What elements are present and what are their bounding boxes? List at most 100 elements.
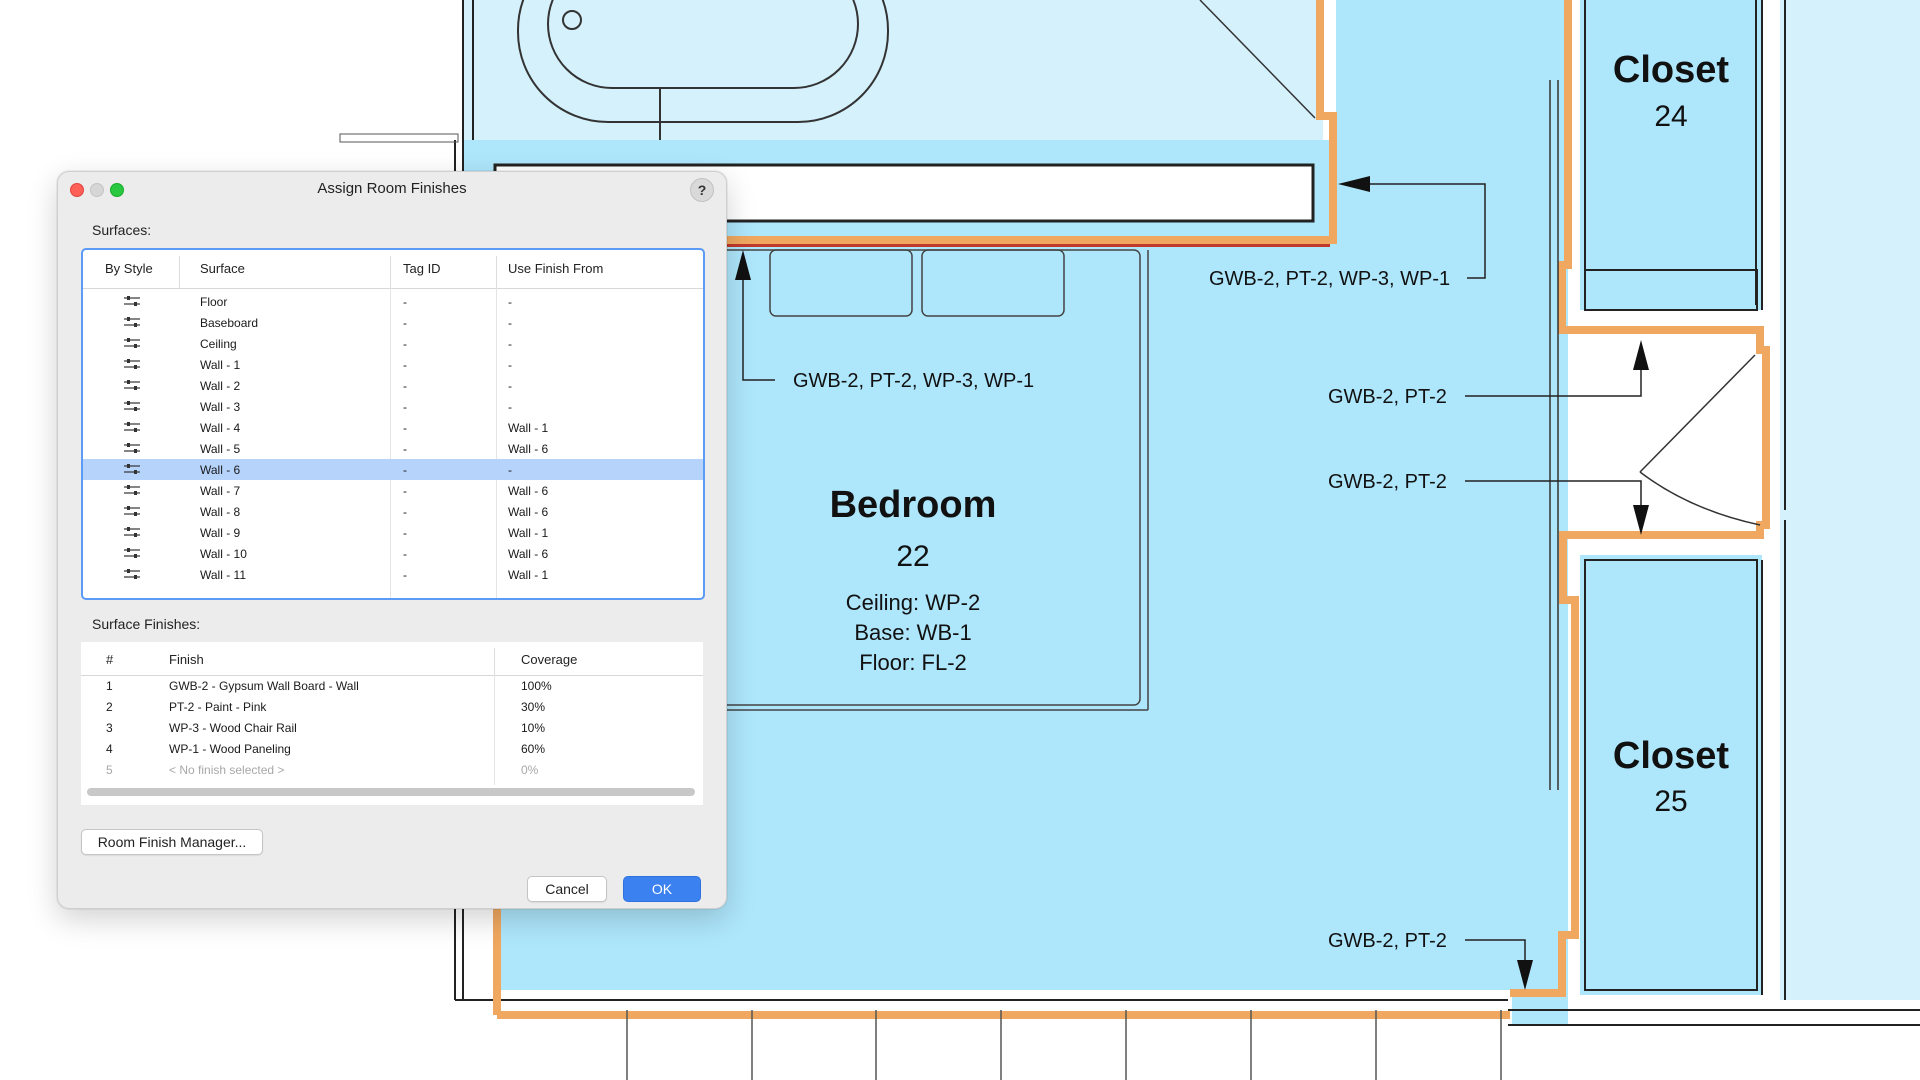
surface-row[interactable]: Wall - 10 - Wall - 6 — [83, 543, 703, 564]
surface-tag-id: - — [403, 568, 407, 582]
finish-row[interactable]: 5 < No finish selected > 0% — [81, 759, 703, 780]
surface-use-finish-from[interactable]: - — [508, 400, 512, 414]
sliders-icon[interactable] — [124, 548, 140, 559]
sliders-icon[interactable] — [124, 317, 140, 328]
sliders-icon[interactable] — [124, 443, 140, 454]
sliders-icon[interactable] — [124, 485, 140, 496]
surface-use-finish-from[interactable]: - — [508, 337, 512, 351]
surface-row[interactable]: Wall - 8 - Wall - 6 — [83, 501, 703, 522]
finish-row[interactable]: 1 GWB-2 - Gypsum Wall Board - Wall 100% — [81, 675, 703, 696]
col-coverage[interactable]: Coverage — [521, 652, 577, 667]
finish-row[interactable]: 2 PT-2 - Paint - Pink 30% — [81, 696, 703, 717]
surface-name: Wall - 6 — [200, 463, 241, 477]
sliders-icon[interactable] — [124, 296, 140, 307]
surface-use-finish-from[interactable]: - — [508, 463, 512, 477]
surface-use-finish-from[interactable]: Wall - 6 — [508, 484, 548, 498]
col-use-finish-from[interactable]: Use Finish From — [508, 261, 603, 276]
surface-finishes-table[interactable]: # Finish Coverage 1 GWB-2 - Gypsum Wall B… — [81, 642, 703, 805]
surface-tag-id: - — [403, 526, 407, 540]
sliders-icon[interactable] — [124, 464, 140, 475]
sliders-icon[interactable] — [124, 401, 140, 412]
finish-row[interactable]: 4 WP-1 - Wood Paneling 60% — [81, 738, 703, 759]
finish-row[interactable]: 3 WP-3 - Wood Chair Rail 10% — [81, 717, 703, 738]
surface-use-finish-from[interactable]: Wall - 1 — [508, 568, 548, 582]
surface-row[interactable]: Floor - - — [83, 291, 703, 312]
surface-use-finish-from[interactable]: Wall - 6 — [508, 442, 548, 456]
surface-row[interactable]: Wall - 4 - Wall - 1 — [83, 417, 703, 438]
callout-doorway: GWB-2, PT-2 — [1328, 471, 1447, 493]
finish-coverage[interactable]: 10% — [521, 721, 545, 735]
surface-row[interactable]: Wall - 7 - Wall - 6 — [83, 480, 703, 501]
surface-finishes-label: Surface Finishes: — [92, 616, 201, 632]
sliders-icon[interactable] — [124, 569, 140, 580]
col-by-style[interactable]: By Style — [105, 261, 153, 276]
sliders-icon[interactable] — [124, 359, 140, 370]
finish-coverage[interactable]: 0% — [521, 763, 538, 777]
finish-coverage[interactable]: 60% — [521, 742, 545, 756]
surface-row[interactable]: Wall - 9 - Wall - 1 — [83, 522, 703, 543]
surface-row[interactable]: Wall - 2 - - — [83, 375, 703, 396]
surface-tag-id: - — [403, 421, 407, 435]
surface-use-finish-from[interactable]: Wall - 6 — [508, 505, 548, 519]
room-number-closet-25: 25 — [1654, 785, 1687, 818]
cancel-button[interactable]: Cancel — [527, 876, 607, 902]
surface-name: Wall - 2 — [200, 379, 241, 393]
surface-row[interactable]: Wall - 1 - - — [83, 354, 703, 375]
surface-name: Wall - 5 — [200, 442, 241, 456]
finish-coverage[interactable]: 100% — [521, 679, 552, 693]
surface-tag-id: - — [403, 400, 407, 414]
surface-tag-id: - — [403, 484, 407, 498]
bathroom-area — [463, 0, 1323, 140]
finish-number: 5 — [106, 763, 113, 777]
surfaces-table[interactable]: By Style Surface Tag ID Use Finish From … — [81, 248, 705, 600]
surface-row[interactable]: Ceiling - - — [83, 333, 703, 354]
sliders-icon[interactable] — [124, 338, 140, 349]
surface-tag-id: - — [403, 358, 407, 372]
surface-tag-id: - — [403, 505, 407, 519]
room-number-closet-24: 24 — [1654, 100, 1687, 133]
surface-row[interactable]: Wall - 11 - Wall - 1 — [83, 564, 703, 585]
surface-use-finish-from[interactable]: Wall - 1 — [508, 526, 548, 540]
surface-name: Wall - 1 — [200, 358, 241, 372]
col-tag-id[interactable]: Tag ID — [403, 261, 441, 276]
sliders-icon[interactable] — [124, 506, 140, 517]
finishes-table-header: # Finish Coverage — [81, 642, 703, 676]
ok-button[interactable]: OK — [623, 876, 701, 902]
finish-name[interactable]: PT-2 - Paint - Pink — [169, 700, 266, 714]
col-surface[interactable]: Surface — [200, 261, 245, 276]
sliders-icon[interactable] — [124, 422, 140, 433]
surface-use-finish-from[interactable]: - — [508, 316, 512, 330]
col-number[interactable]: # — [106, 652, 113, 667]
surface-tag-id: - — [403, 316, 407, 330]
finish-name[interactable]: WP-1 - Wood Paneling — [169, 742, 291, 756]
surface-name: Baseboard — [200, 316, 259, 330]
finish-name[interactable]: < No finish selected > — [169, 763, 284, 777]
surface-use-finish-from[interactable]: Wall - 1 — [508, 421, 548, 435]
help-button[interactable]: ? — [690, 178, 714, 202]
finish-number: 4 — [106, 742, 113, 756]
surface-name: Wall - 9 — [200, 526, 241, 540]
surface-row[interactable]: Baseboard - - — [83, 312, 703, 333]
finish-name[interactable]: GWB-2 - Gypsum Wall Board - Wall — [169, 679, 359, 693]
surface-use-finish-from[interactable]: Wall - 6 — [508, 547, 548, 561]
surface-use-finish-from[interactable]: - — [508, 358, 512, 372]
surface-row[interactable]: Wall - 3 - - — [83, 396, 703, 417]
surface-use-finish-from[interactable]: - — [508, 379, 512, 393]
finish-coverage[interactable]: 30% — [521, 700, 545, 714]
sliders-icon[interactable] — [124, 380, 140, 391]
surface-tag-id: - — [403, 547, 407, 561]
surface-use-finish-from[interactable]: - — [508, 295, 512, 309]
surface-tag-id: - — [403, 295, 407, 309]
surface-name: Wall - 4 — [200, 421, 241, 435]
surface-row[interactable]: Wall - 6 - - — [83, 459, 703, 480]
finish-name[interactable]: WP-3 - Wood Chair Rail — [169, 721, 297, 735]
room-fill-hallway-right — [1780, 0, 1920, 1000]
surface-name: Wall - 7 — [200, 484, 241, 498]
room-finish-manager-button[interactable]: Room Finish Manager... — [81, 829, 263, 855]
callout-bed: GWB-2, PT-2, WP-3, WP-1 — [793, 370, 1034, 392]
horizontal-scrollbar[interactable] — [87, 788, 695, 796]
col-finish[interactable]: Finish — [169, 652, 204, 667]
dialog-titlebar: Assign Room Finishes ? — [58, 172, 726, 206]
sliders-icon[interactable] — [124, 527, 140, 538]
surface-row[interactable]: Wall - 5 - Wall - 6 — [83, 438, 703, 459]
